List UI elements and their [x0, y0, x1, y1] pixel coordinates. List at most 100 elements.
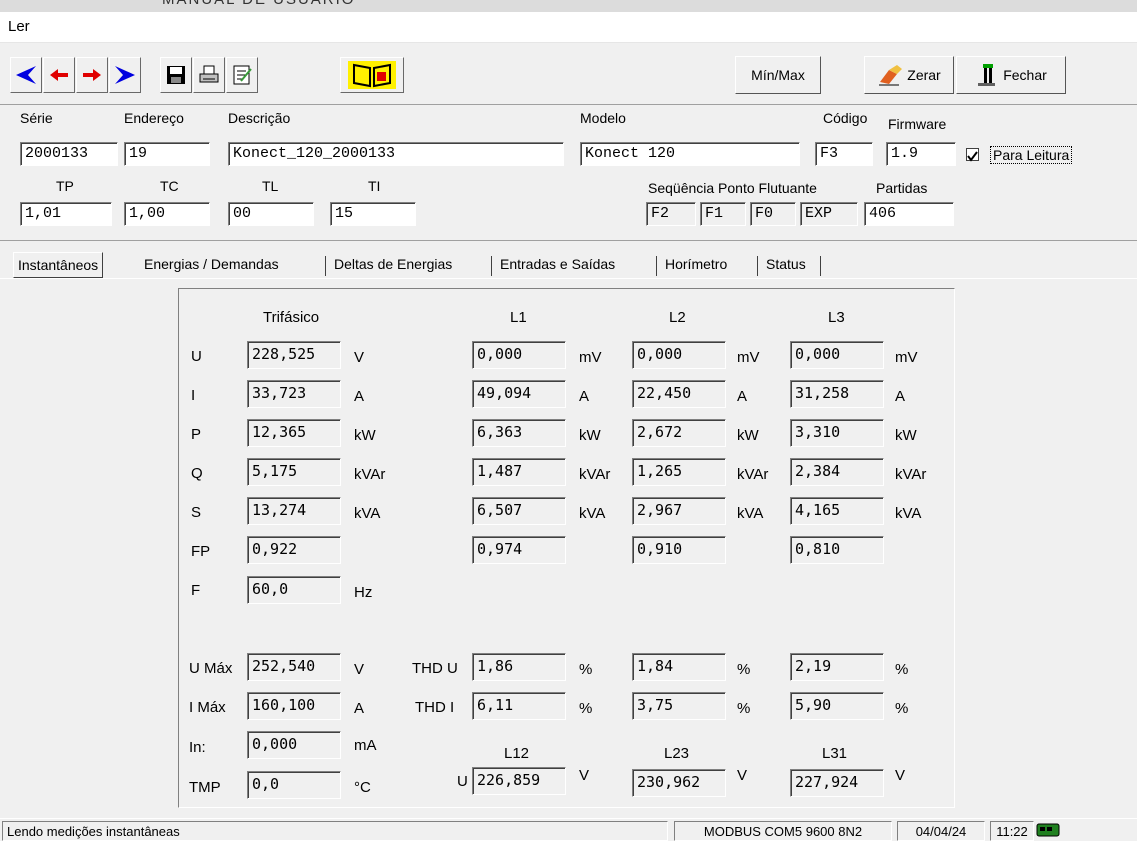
tab-horimetro[interactable]: Horímetro — [661, 252, 731, 278]
f-unit: Hz — [354, 584, 373, 601]
fechar-button[interactable]: Fechar — [956, 56, 1066, 94]
row-tri-unit: kW — [354, 427, 376, 444]
sequencia-f1-field[interactable]: F1 — [700, 202, 746, 226]
save-icon — [167, 66, 185, 84]
eraser-icon — [879, 65, 903, 86]
tab-separator — [820, 256, 821, 276]
header-l12: L12 — [504, 745, 530, 762]
row-l1-value: 0,974 — [472, 536, 566, 564]
background-window-title: MANUAL DE USUARIO — [162, 0, 355, 8]
row-tri-value: 0,922 — [247, 536, 341, 564]
thdi-label: THD I — [415, 699, 455, 716]
u23-value: 230,962 — [632, 769, 726, 797]
tp-label: TP — [56, 178, 74, 194]
imax-unit: A — [354, 700, 365, 717]
firmware-field[interactable]: 1.9 — [886, 142, 956, 166]
row-l2-unit: kW — [737, 427, 759, 444]
sequencia-f2-field[interactable]: F2 — [646, 202, 696, 226]
row-l2-unit: kVA — [737, 505, 764, 522]
partidas-field[interactable]: 406 — [864, 202, 954, 226]
in-label: In: — [189, 739, 206, 756]
row-l3-unit: kVAr — [895, 466, 927, 483]
row-l1-value: 6,363 — [472, 419, 566, 447]
row-label: P — [191, 426, 202, 443]
previous-record-icon — [50, 69, 68, 81]
imax-label: I Máx — [189, 699, 226, 716]
f-value: 60,0 — [247, 576, 341, 604]
umax-value: 252,540 — [247, 653, 341, 681]
descricao-field[interactable]: Konect_120_2000133 — [228, 142, 564, 166]
fechar-label: Fechar — [1003, 67, 1047, 83]
status-time: 11:22 — [990, 821, 1034, 841]
u12-unit: V — [579, 767, 590, 784]
zerar-button[interactable]: Zerar — [864, 56, 954, 94]
last-record-icon — [115, 66, 135, 84]
row-tri-unit: A — [354, 388, 365, 405]
para-leitura-checkbox[interactable] — [966, 148, 979, 162]
tab-instantaneos[interactable]: Instantâneos — [13, 252, 104, 278]
umax-unit: V — [354, 661, 365, 678]
tmp-value: 0,0 — [247, 771, 341, 799]
tab-entradas-saidas[interactable]: Entradas e Saídas — [496, 252, 619, 278]
in-value: 0,000 — [247, 731, 341, 759]
modelo-field[interactable]: Konect 120 — [580, 142, 800, 166]
background-window-strip: MANUAL DE USUARIO — [0, 0, 1137, 12]
open-book-button[interactable] — [340, 57, 404, 93]
device-header: Série 2000133 Endereço 19 Descrição Kone… — [0, 106, 1137, 241]
tab-status[interactable]: Status — [762, 252, 810, 278]
row-l2-value: 22,450 — [632, 380, 726, 408]
endereco-field[interactable]: 19 — [124, 142, 210, 166]
tl-field[interactable]: 00 — [228, 202, 314, 226]
first-record-button[interactable] — [10, 57, 42, 93]
status-bar: Lendo medições instantâneas MODBUS COM5 … — [0, 818, 1137, 841]
row-l2-unit: kVAr — [737, 466, 769, 483]
exit-door-icon — [978, 64, 996, 86]
print-button[interactable] — [193, 57, 225, 93]
tab-energias-demandas[interactable]: Energias / Demandas — [140, 252, 283, 278]
codigo-field[interactable]: F3 — [815, 142, 873, 166]
row-tri-unit: kVAr — [354, 466, 386, 483]
connection-icon — [1036, 823, 1060, 837]
endereco-label: Endereço — [124, 110, 184, 126]
tab-separator — [325, 256, 326, 276]
row-tri-value: 228,525 — [247, 341, 341, 369]
open-book-icon — [348, 61, 396, 89]
para-leitura-label[interactable]: Para Leitura — [990, 146, 1073, 164]
edit-notes-button[interactable] — [226, 57, 258, 93]
previous-record-button[interactable] — [43, 57, 75, 93]
row-l3-unit: mV — [895, 349, 918, 366]
thdu-l1-value: 1,86 — [472, 653, 566, 681]
tp-field[interactable]: 1,01 — [20, 202, 112, 226]
row-l1-unit: A — [579, 388, 590, 405]
minmax-button[interactable]: Mín/Max — [735, 56, 821, 94]
sequencia-f0-field[interactable]: F0 — [750, 202, 796, 226]
tc-field[interactable]: 1,00 — [124, 202, 210, 226]
ti-field[interactable]: 15 — [330, 202, 416, 226]
next-record-button[interactable] — [76, 57, 108, 93]
first-record-icon — [16, 66, 36, 84]
umax-label: U Máx — [189, 660, 233, 677]
row-l2-value: 1,265 — [632, 458, 726, 486]
header-l3: L3 — [828, 309, 845, 326]
row-label: S — [191, 504, 202, 521]
header-l31: L31 — [822, 745, 848, 762]
tab-deltas-energias[interactable]: Deltas de Energias — [330, 252, 456, 278]
row-l3-value: 4,165 — [790, 497, 884, 525]
serie-field[interactable]: 2000133 — [20, 142, 118, 166]
header-trifasico: Trifásico — [263, 309, 320, 326]
thdu-l2-unit: % — [737, 661, 751, 678]
save-button[interactable] — [160, 57, 192, 93]
row-l3-value: 2,384 — [790, 458, 884, 486]
row-l2-value: 0,000 — [632, 341, 726, 369]
u12-value: 226,859 — [472, 767, 566, 795]
last-record-button[interactable] — [109, 57, 141, 93]
modelo-label: Modelo — [580, 110, 626, 126]
row-l2-unit: mV — [737, 349, 760, 366]
check-mark-icon — [967, 151, 978, 162]
row-label: U — [191, 348, 202, 365]
row-l1-value: 6,507 — [472, 497, 566, 525]
serie-label: Série — [20, 110, 53, 126]
thdu-l3-unit: % — [895, 661, 909, 678]
tmp-unit: °C — [354, 779, 371, 796]
sequencia-exp-field[interactable]: EXP — [800, 202, 858, 226]
